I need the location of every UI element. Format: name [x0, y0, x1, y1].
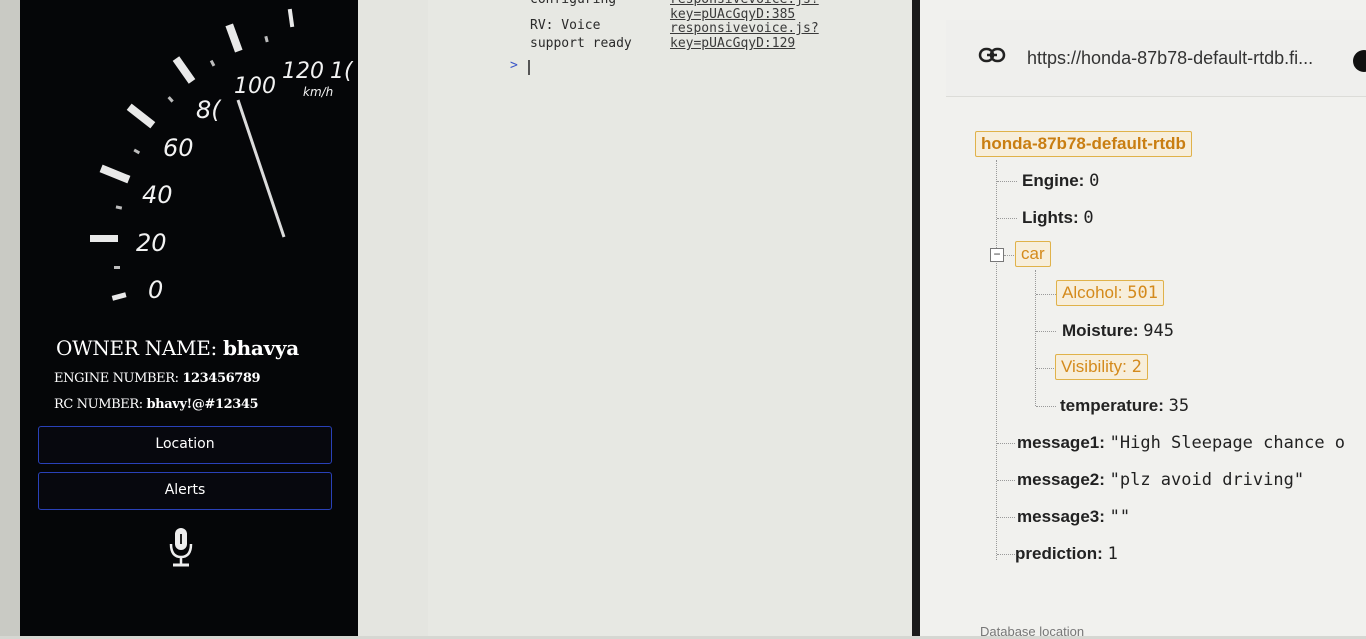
tree-line	[997, 554, 1015, 555]
console-input-caret[interactable]	[528, 60, 530, 75]
console-prompt-chevron-icon: >	[510, 58, 518, 73]
firebase-realtime-database-panel: https://honda-87b78-default-rtdb.fi... h…	[920, 0, 1366, 639]
gauge-minor-tick	[209, 59, 216, 67]
node-key: prediction:	[1015, 544, 1103, 563]
tree-line	[996, 160, 997, 560]
gauge-minor-tick	[114, 266, 120, 269]
gauge-tick	[99, 164, 131, 184]
console-source-link-129[interactable]: responsivevoice.js?key=pUAcGqyD:129	[670, 21, 918, 51]
gauge-unit: km/h	[303, 85, 333, 99]
node-key: car	[1021, 244, 1045, 263]
database-location-hint: Database location	[980, 624, 1085, 639]
collapse-toggle-icon[interactable]: −	[990, 248, 1004, 262]
tree-line	[1036, 406, 1056, 407]
gauge-label-60: 60	[163, 134, 194, 162]
node-key: message1:	[1017, 433, 1105, 452]
node-value: "plz avoid driving"	[1109, 470, 1305, 490]
root-key: honda-87b78-default-rtdb	[981, 134, 1186, 153]
node-message2[interactable]: message2: "plz avoid driving"	[1017, 470, 1304, 490]
node-alcohol[interactable]: Alcohol: 501	[1056, 280, 1164, 306]
speedometer-gauge: 0 20 40 60 8( 100 120 1( km/h	[90, 8, 354, 304]
node-lights[interactable]: Lights: 0	[1022, 208, 1094, 228]
node-moisture[interactable]: Moisture: 945	[1062, 321, 1174, 341]
gauge-minor-tick	[133, 148, 141, 155]
node-temperature[interactable]: temperature: 35	[1060, 396, 1189, 416]
rc-label: RC NUMBER:	[54, 397, 143, 412]
engine-number: ENGINE NUMBER: 123456789	[54, 371, 261, 386]
gauge-label-100: 100	[234, 74, 276, 99]
engine-label: ENGINE NUMBER:	[54, 371, 179, 386]
microphone-icon[interactable]	[168, 526, 194, 568]
console-log-cut-message: configuring	[530, 0, 616, 7]
node-key: message3:	[1017, 507, 1105, 526]
owner-label: OWNER NAME:	[56, 336, 217, 360]
console-message-line1: RV: Voice	[530, 18, 601, 33]
node-value: 1	[1107, 544, 1118, 564]
alerts-button[interactable]: Alerts	[38, 472, 332, 510]
console-source-link-385[interactable]: responsivevoice.js?key=pUAcGqyD:385	[670, 0, 918, 22]
database-url[interactable]: https://honda-87b78-default-rtdb.fi...	[1027, 48, 1313, 69]
node-value: 2	[1131, 357, 1142, 377]
gauge-minor-tick	[167, 96, 174, 103]
car-dashboard-panel: 0 20 40 60 8( 100 120 1( km/h OWNER NAME…	[20, 0, 358, 636]
devtools-console: configuring responsivevoice.js?key=pUAcG…	[358, 0, 918, 636]
node-key: Moisture:	[1062, 321, 1139, 340]
gauge-label-20: 20	[136, 229, 167, 257]
owner-name: OWNER NAME: bhavya	[56, 336, 299, 360]
console-log-area: configuring responsivevoice.js?key=pUAcG…	[428, 0, 918, 636]
gauge-minor-tick	[115, 205, 123, 210]
node-engine[interactable]: Engine: 0	[1022, 171, 1099, 191]
tree-line	[997, 443, 1015, 444]
tree-line	[1036, 294, 1056, 295]
tree-line	[1036, 331, 1056, 332]
node-value: 0	[1083, 208, 1094, 228]
gauge-label-140: 1(	[330, 59, 354, 84]
node-value: "High Sleepage chance o	[1109, 433, 1346, 453]
console-message-line2: support ready	[530, 36, 632, 51]
gauge-tick	[287, 8, 295, 28]
node-message1[interactable]: message1: "High Sleepage chance o	[1017, 433, 1345, 453]
node-key: Lights:	[1022, 208, 1079, 227]
node-key: message2:	[1017, 470, 1105, 489]
rc-number: RC NUMBER: bhavy!@#12345	[54, 397, 259, 412]
node-key: Engine:	[1022, 171, 1085, 190]
gauge-tick	[225, 23, 243, 53]
node-car[interactable]: car	[1015, 241, 1051, 267]
node-value: 35	[1168, 396, 1190, 416]
tree-line	[1036, 368, 1056, 369]
gauge-tick	[111, 292, 127, 301]
node-value: ""	[1109, 507, 1131, 527]
gauge-label-80: 8(	[196, 96, 222, 124]
tree-line	[1035, 270, 1036, 406]
node-visibility[interactable]: Visibility: 2	[1055, 354, 1148, 380]
node-value: 501	[1127, 283, 1158, 303]
node-value: 0	[1089, 171, 1100, 191]
node-key: Visibility:	[1061, 357, 1127, 376]
node-prediction[interactable]: prediction: 1	[1015, 544, 1118, 564]
gauge-tick	[172, 56, 196, 84]
tree-line	[997, 181, 1017, 182]
gauge-label-120: 120	[282, 59, 324, 84]
tree-line	[997, 517, 1015, 518]
console-log-message: RV: Voice support ready	[530, 17, 632, 53]
location-button[interactable]: Location	[38, 426, 332, 464]
node-key: temperature:	[1060, 396, 1164, 415]
rc-value: bhavy!@#12345	[146, 397, 259, 412]
gauge-tick	[126, 103, 156, 129]
gauge-label-0: 0	[148, 276, 163, 304]
owner-value: bhavya	[223, 336, 299, 360]
panel-divider	[912, 0, 920, 636]
node-message3[interactable]: message3: ""	[1017, 507, 1130, 527]
node-key: Alcohol:	[1062, 283, 1123, 302]
gauge-minor-tick	[264, 35, 269, 43]
node-value: 945	[1143, 321, 1174, 341]
link-icon[interactable]	[978, 46, 1006, 64]
tree-line	[997, 218, 1017, 219]
database-root-node[interactable]: honda-87b78-default-rtdb	[975, 131, 1192, 157]
gauge-needle	[236, 99, 286, 238]
tree-line	[997, 480, 1015, 481]
engine-value: 123456789	[182, 371, 261, 386]
gauge-label-40: 40	[142, 181, 173, 209]
gauge-tick	[90, 235, 118, 242]
